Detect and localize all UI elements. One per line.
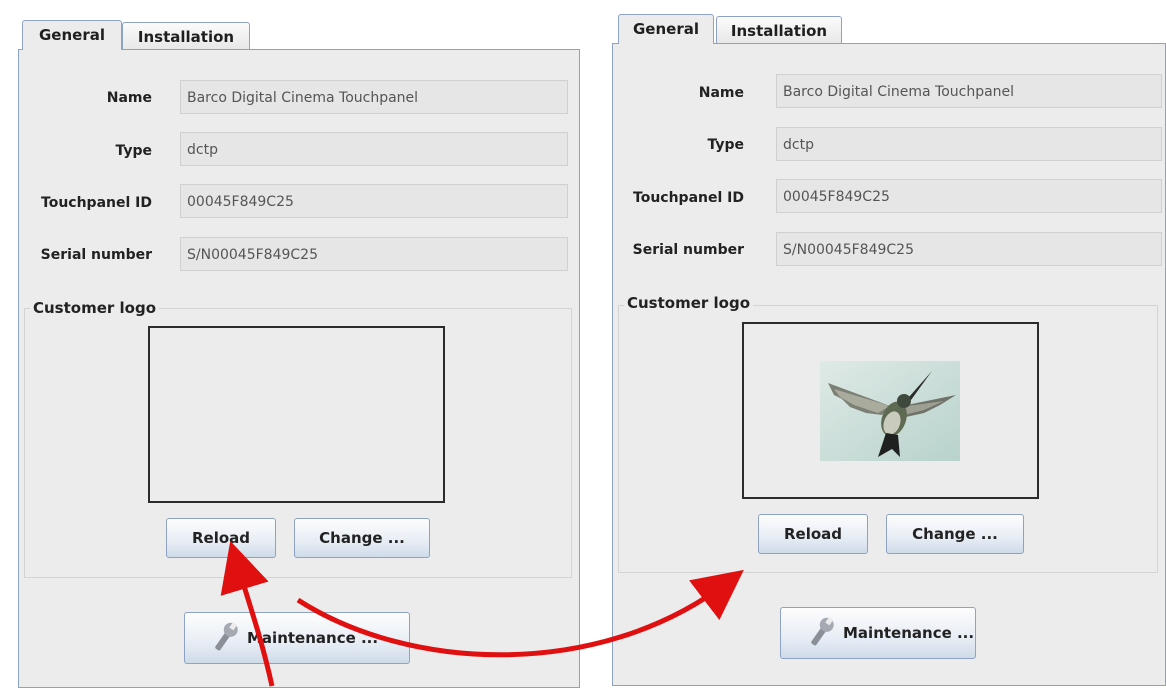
type-label: Type (115, 143, 152, 159)
serial-number-label: Serial number (40, 247, 152, 263)
settings-panel-after: General Installation Name Barco Digital … (612, 10, 1166, 686)
hummingbird-logo-image (820, 361, 960, 461)
reload-button[interactable]: Reload (758, 514, 868, 554)
change-button[interactable]: Change ... (886, 514, 1024, 554)
maintenance-button[interactable]: Maintenance ... (780, 607, 976, 659)
serial-number-label: Serial number (632, 242, 744, 258)
change-button[interactable]: Change ... (294, 518, 430, 558)
maintenance-button[interactable]: Maintenance ... (184, 612, 410, 664)
maintenance-label: Maintenance ... (247, 629, 379, 647)
type-field[interactable]: dctp (776, 127, 1162, 161)
tab-general[interactable]: General (618, 14, 714, 44)
touchpanel-id-label: Touchpanel ID (41, 195, 152, 211)
wrench-icon (811, 617, 834, 646)
name-field[interactable]: Barco Digital Cinema Touchpanel (180, 80, 568, 114)
logo-preview (742, 322, 1039, 499)
customer-logo-title: Customer logo (30, 299, 160, 317)
serial-number-field[interactable]: S/N00045F849C25 (180, 237, 568, 271)
name-label: Name (698, 85, 744, 101)
serial-number-field[interactable]: S/N00045F849C25 (776, 232, 1162, 266)
tab-installation[interactable]: Installation (122, 22, 250, 50)
tab-installation[interactable]: Installation (716, 16, 842, 44)
logo-preview-empty (148, 326, 445, 503)
settings-panel-before: General Installation Name Barco Digital … (18, 18, 584, 688)
tab-general[interactable]: General (22, 20, 122, 50)
wrench-icon (215, 622, 238, 651)
reload-button[interactable]: Reload (166, 518, 276, 558)
type-field[interactable]: dctp (180, 132, 568, 166)
name-label: Name (106, 90, 152, 106)
customer-logo-title: Customer logo (624, 294, 754, 312)
maintenance-label: Maintenance ... (843, 624, 975, 642)
touchpanel-id-field[interactable]: 00045F849C25 (180, 184, 568, 218)
touchpanel-id-label: Touchpanel ID (633, 190, 744, 206)
type-label: Type (707, 137, 744, 153)
name-field[interactable]: Barco Digital Cinema Touchpanel (776, 74, 1162, 108)
touchpanel-id-field[interactable]: 00045F849C25 (776, 179, 1162, 213)
